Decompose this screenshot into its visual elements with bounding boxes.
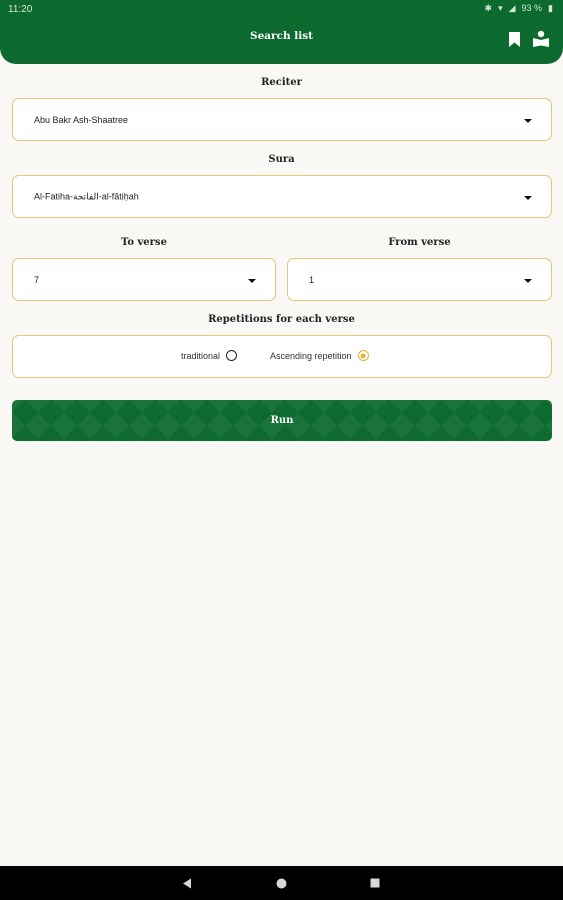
radio-traditional[interactable]: traditional (181, 350, 238, 361)
bookmark-icon (508, 31, 520, 47)
from-verse-label: From verse (388, 237, 451, 248)
to-verse-label: To verse (121, 237, 167, 248)
system-nav-bar (0, 866, 563, 900)
radio-traditional-label: traditional (181, 350, 221, 361)
to-verse-value: 7 (34, 274, 40, 285)
signal-icon: ◢ (508, 3, 516, 13)
repetitions-box: traditional Ascending repetition (12, 335, 552, 378)
repetitions-label: Repetitions for each verse (208, 314, 355, 325)
recents-button[interactable] (360, 866, 390, 900)
back-button[interactable] (172, 866, 202, 900)
reciter-value: Abu Bakr Ash-Shaatree (34, 114, 129, 125)
wifi-icon: ▾ (498, 3, 503, 13)
radio-ascending-label: Ascending repetition (270, 350, 352, 361)
bookmark-button[interactable] (504, 28, 524, 50)
run-button-label: Run (270, 415, 294, 426)
sura-label: Sura (268, 154, 295, 165)
app-bar: 11:20 ✱ ▾ ◢ 93 % ▮ Search list (0, 0, 563, 64)
radio-unselected-icon (226, 350, 238, 361)
reading-icon (533, 30, 549, 47)
battery-icon: ▮ (548, 3, 553, 13)
bluetooth-icon: ✱ (484, 3, 493, 13)
status-icons: ✱ ▾ ◢ 93 % ▮ (485, 3, 553, 14)
run-button[interactable]: Run (12, 400, 552, 441)
radio-ascending-repetition[interactable]: Ascending repetition (270, 350, 369, 361)
reading-button[interactable] (531, 28, 551, 50)
reciter-label: Reciter (261, 77, 302, 88)
recents-icon (370, 878, 380, 888)
radio-selected-icon (357, 350, 369, 361)
home-button[interactable] (266, 866, 296, 900)
sura-dropdown[interactable]: Al-Fatiha-الفاتحة-al-fātiḥah (12, 175, 552, 218)
home-icon (276, 878, 286, 888)
status-time: 11:20 (8, 4, 33, 15)
battery-percent: 93 % (521, 3, 543, 13)
chevron-down-icon (524, 278, 532, 283)
sura-value: Al-Fatiha-الفاتحة-al-fātiḥah (34, 191, 139, 201)
reciter-dropdown[interactable]: Abu Bakr Ash-Shaatree (12, 98, 552, 141)
chevron-down-icon (248, 278, 256, 283)
chevron-down-icon (524, 118, 532, 123)
status-bar: 11:20 ✱ ▾ ◢ 93 % ▮ (0, 0, 563, 20)
from-verse-dropdown[interactable]: 1 (287, 258, 552, 301)
chevron-down-icon (524, 195, 532, 200)
page-title: Search list (249, 30, 314, 42)
back-icon (183, 878, 191, 888)
from-verse-value: 1 (309, 274, 315, 285)
to-verse-dropdown[interactable]: 7 (12, 258, 276, 301)
